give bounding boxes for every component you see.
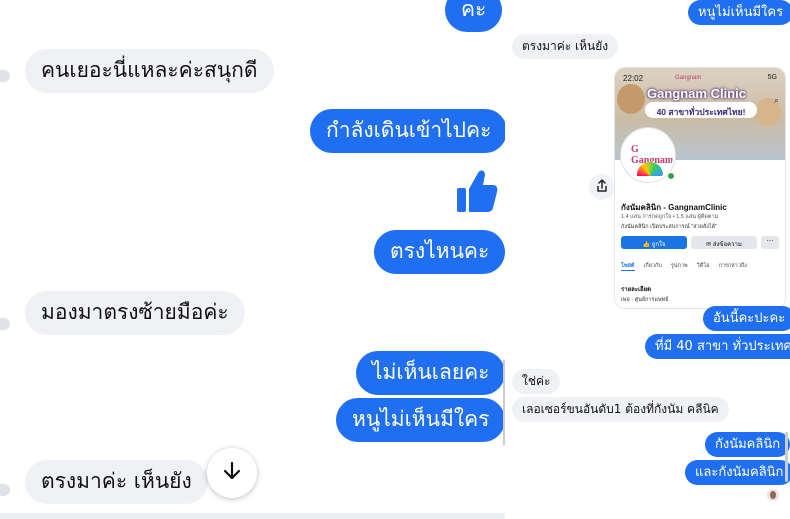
page-tabs: โพสต์ เกี่ยวกับ รูปภาพ วิดีโอ การกล่าวถึ…: [621, 262, 747, 271]
message-bubble-incoming[interactable]: เลอเซอร์ขนอันดับ1 ต้องที่กังนัม คลีนิค: [512, 397, 729, 422]
scrollbar[interactable]: [785, 432, 788, 482]
message-bubble-outgoing[interactable]: หนูไม่เห็นมีใคร: [336, 398, 505, 442]
message-bubble-outgoing[interactable]: อันนี้คะปะคะ: [703, 306, 790, 331]
arrow-down-icon: [221, 460, 243, 486]
banner-title: Gangnam Clinic: [647, 86, 746, 101]
left-chat-panel: คะ คนเยอะนี่แหละค่ะสนุกดี กำลังเดินเข้าไ…: [0, 0, 505, 519]
message-bubble-outgoing[interactable]: ที่มี 40 สาขา ทั่วประเทศ: [645, 334, 790, 359]
message-bubble-incoming[interactable]: ใช่ค่ะ: [512, 369, 561, 394]
right-chat-panel: หนูไม่เห็นมีใคร ตรงมาค่ะ เห็นยัง 22:02 G…: [505, 0, 790, 519]
message-bubble-incoming[interactable]: คนเยอะนี่แหละค่ะสนุกดี: [25, 49, 274, 93]
tab-videos: วิดีโอ: [696, 263, 710, 269]
message-bubble-incoming[interactable]: มองมาตรงซ้ายมือค่ะ: [25, 291, 245, 335]
page-stats: 1.4 แสน การกดถูกใจ • 1.5 แสน ผู้ติดตาม: [621, 214, 719, 220]
message-bubble-outgoing[interactable]: กำลังเดินเข้าไปคะ: [310, 109, 505, 153]
message-label: ส่งข้อความ: [712, 242, 742, 248]
brand-label: Gangnam: [675, 75, 702, 81]
shared-page-screenshot[interactable]: 22:02 Gangnam 5G Gangnam Clinic 40 สาขาท…: [615, 68, 785, 308]
more-button: ···: [761, 236, 779, 249]
details-line: เพจ · ศูนย์การแพทย์: [621, 297, 669, 303]
status-time: 22:02: [623, 74, 644, 83]
messenger-icon: ✉: [706, 242, 713, 248]
message-bubble-outgoing[interactable]: คะ: [445, 0, 503, 32]
message-bubble-outgoing[interactable]: ตรงไหนคะ: [374, 230, 505, 274]
message-bubble-incoming[interactable]: ตรงมาค่ะ เห็นยัง: [25, 460, 208, 504]
message-bubble-incoming[interactable]: ตรงมาค่ะ เห็นยัง: [512, 34, 619, 59]
scroll-to-bottom-button[interactable]: [207, 448, 257, 498]
online-status-dot: [667, 172, 675, 180]
tab-mentions: การกล่าวถึง: [718, 263, 747, 269]
message-bubble-outgoing[interactable]: กังนัมคลินิก: [705, 432, 790, 457]
contact-avatar[interactable]: [0, 484, 10, 496]
contact-avatar[interactable]: [0, 318, 10, 330]
message-bubble-outgoing[interactable]: หนูไม่เห็นมีใคร: [688, 0, 790, 25]
tab-about: เกี่ยวกับ: [643, 263, 662, 269]
details-heading: รายละเอียด: [621, 287, 652, 293]
tab-posts: โพสต์: [621, 263, 635, 271]
message-bubble-outgoing[interactable]: และกังนัมคลินิก: [685, 460, 790, 485]
like-page-button: 👍 ถูกใจ: [621, 236, 687, 249]
signal-status: 5G: [767, 74, 777, 81]
like-label: ถูกใจ: [651, 242, 666, 248]
share-button[interactable]: [589, 174, 615, 200]
message-page-button: ✉ ส่งข้อความ: [691, 236, 757, 249]
contact-avatar[interactable]: [0, 70, 10, 82]
search-icon: ⌕: [773, 96, 779, 106]
message-bubble-outgoing[interactable]: ไม่เห็นเลยคะ: [356, 351, 505, 395]
tab-photos: รูปภาพ: [670, 263, 688, 269]
like-icon: 👍: [642, 242, 652, 248]
page-description: กังนัมคลินิก เปิดประสบการณ์ "สวยสั่งได้": [621, 224, 718, 230]
banner-subtitle: 40 สาขาทั่วประเทศไทย!: [645, 102, 757, 118]
bear-mascot-image: [617, 84, 645, 114]
composer-edge: [0, 513, 505, 519]
thumbs-up-icon[interactable]: [455, 168, 499, 218]
seen-receipt-avatar: [767, 489, 779, 501]
share-icon: [595, 178, 609, 197]
